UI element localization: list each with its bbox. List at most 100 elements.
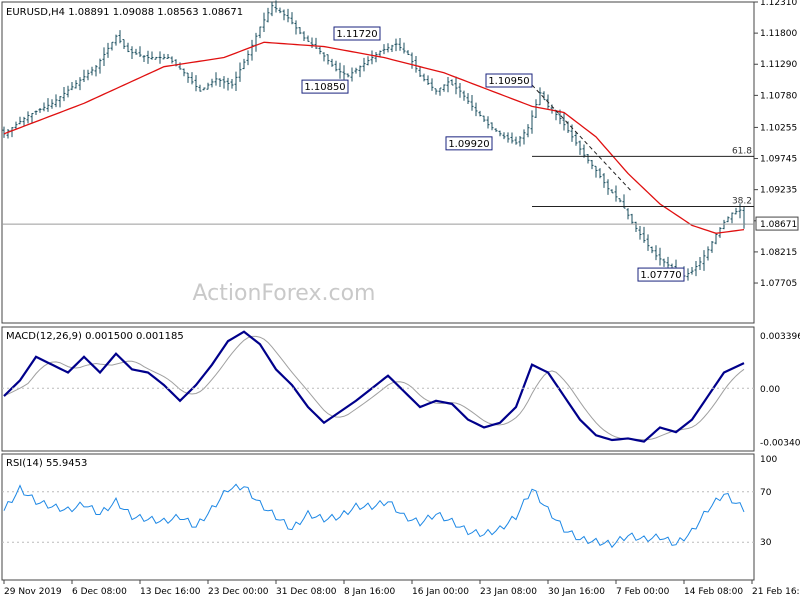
candle — [278, 7, 282, 14]
candle — [290, 12, 294, 25]
candle — [706, 246, 710, 261]
macd-line — [3, 330, 745, 443]
candle — [146, 50, 150, 64]
candle — [54, 94, 58, 108]
candle — [694, 261, 698, 277]
candle — [614, 185, 618, 202]
candle — [310, 37, 314, 49]
candle — [698, 256, 702, 271]
candle — [90, 66, 94, 76]
candle — [190, 72, 194, 85]
candle — [134, 48, 138, 55]
x-tick-label: 13 Dec 16:00 — [140, 587, 201, 597]
candle — [686, 268, 690, 281]
candle — [342, 65, 346, 80]
candle — [666, 256, 670, 268]
macd-panel-frame — [1, 326, 755, 452]
chart-title: EURUSD,H4 1.08891 1.09088 1.08563 1.0867… — [6, 7, 243, 18]
candle — [406, 50, 410, 55]
candle — [574, 132, 578, 146]
candle — [70, 82, 74, 91]
candle — [114, 34, 118, 46]
candle — [642, 226, 646, 243]
candle — [434, 88, 438, 95]
y-tick-label: 1.12310 — [760, 0, 797, 8]
candle — [242, 58, 246, 70]
candle — [390, 44, 394, 53]
rsi-panel-frame — [1, 453, 755, 581]
candle — [126, 42, 130, 53]
candle — [498, 130, 502, 137]
rsi-title: RSI(14) 55.9453 — [6, 458, 87, 469]
candle — [74, 80, 78, 89]
candle — [354, 67, 358, 74]
candle — [102, 47, 106, 67]
candle — [742, 206, 746, 229]
candle — [6, 128, 10, 139]
candle — [594, 165, 598, 178]
candle — [266, 7, 270, 23]
candle — [86, 69, 90, 81]
macd-y-tick-label: -0.003404 — [760, 439, 800, 449]
dashed-trendline — [531, 84, 633, 193]
candle — [362, 57, 366, 72]
candle — [46, 98, 50, 112]
candle — [194, 75, 198, 92]
candle — [478, 110, 482, 117]
macd-y-tick-label: 0.00 — [760, 385, 780, 395]
candle — [78, 77, 82, 91]
price-label-text: 1.07770 — [640, 270, 681, 281]
candle — [626, 208, 630, 220]
candle — [734, 207, 738, 215]
candle — [150, 51, 154, 60]
candle — [66, 85, 70, 98]
candle — [258, 26, 262, 39]
eurusd-chart: ActionForex.com 1.12310 1.11800 1.11290 1.1… — [1, 0, 800, 597]
candle — [418, 66, 422, 77]
candle — [110, 41, 114, 51]
candle — [182, 68, 186, 77]
x-tick-label: 21 Feb 16:00 — [752, 587, 800, 597]
candle — [518, 136, 522, 147]
candle — [598, 168, 602, 179]
x-tick-label: 6 Dec 08:00 — [72, 587, 127, 597]
x-tick-label: 29 Nov 2019 — [4, 587, 62, 597]
candle — [490, 122, 494, 131]
y-tick-label: 1.11290 — [760, 60, 797, 70]
candle — [658, 247, 662, 266]
candle — [482, 115, 486, 122]
candle — [318, 46, 322, 55]
x-tick-label: 16 Jan 00:00 — [412, 587, 469, 597]
candle — [458, 82, 462, 98]
x-tick-label: 7 Feb 00:00 — [616, 587, 670, 597]
y-tick-label: 1.07705 — [760, 279, 797, 289]
candle — [346, 73, 350, 78]
candle — [462, 90, 466, 101]
candle — [50, 99, 54, 109]
x-tick-label: 8 Jan 16:00 — [344, 587, 396, 597]
candle — [530, 110, 534, 134]
candle — [330, 58, 334, 67]
y-tick-label: 1.08215 — [760, 248, 797, 258]
candle — [634, 221, 638, 233]
y-tick-label: 1.09745 — [760, 155, 797, 165]
watermark: ActionForex.com — [193, 281, 376, 306]
candle — [34, 110, 38, 116]
candle — [590, 160, 594, 170]
candle — [370, 50, 374, 65]
candle — [610, 189, 614, 194]
candle — [206, 82, 210, 90]
moving-average-line — [3, 41, 745, 234]
candle — [298, 27, 302, 35]
fib-level-label: 61.8 — [732, 146, 752, 156]
candle — [578, 140, 582, 155]
candle — [414, 55, 418, 73]
fib-level-label: 38.2 — [732, 196, 752, 206]
candle — [438, 87, 442, 96]
candle — [510, 132, 514, 144]
price-label-text: 1.10850 — [304, 82, 345, 93]
rsi-line — [3, 483, 745, 549]
candle — [198, 84, 202, 92]
candle — [222, 76, 226, 89]
macd-title: MACD(12,26,9) 0.001500 0.001185 — [6, 331, 184, 342]
